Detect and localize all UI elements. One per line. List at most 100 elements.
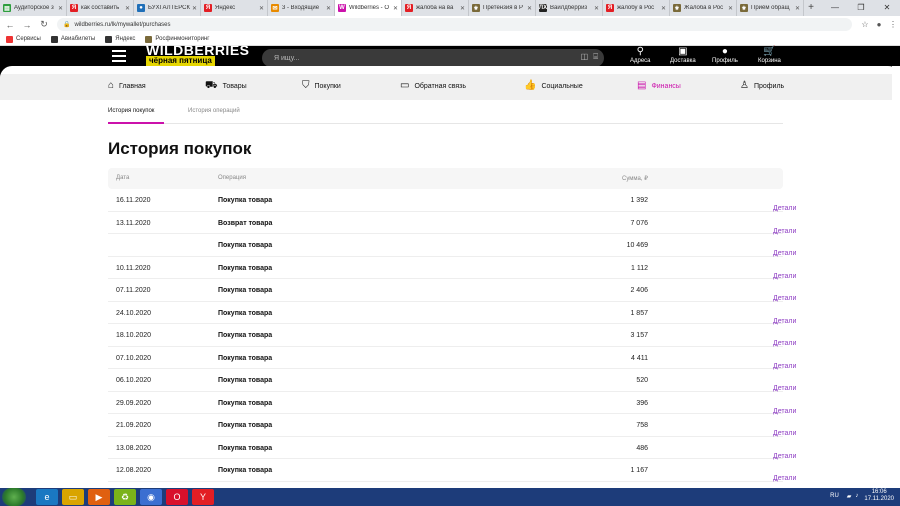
row-date: 16.11.2020	[116, 197, 151, 204]
tab-close-icon[interactable]: ✕	[594, 5, 599, 12]
nav-item-home[interactable]: ⌂ Главная	[108, 81, 146, 91]
url-field[interactable]: 🔒 wildberries.ru/lk/mywallet/purchases	[57, 18, 852, 31]
header-box-button[interactable]: ▣ Доставка	[670, 46, 696, 64]
header-map-pin-button[interactable]: ⚲ Адреса	[630, 46, 651, 64]
tab-label: Претензия в Р	[483, 5, 523, 11]
tab-close-icon[interactable]: ✕	[460, 5, 465, 12]
tab-favicon-icon: Я	[204, 4, 212, 12]
ie-icon[interactable]: e	[36, 489, 58, 505]
tab-close-icon[interactable]: ✕	[125, 5, 130, 12]
tab-purchase-history[interactable]: История покупок	[108, 108, 154, 114]
nav-label: Социальные	[541, 82, 583, 90]
row-operation: Покупка товара	[218, 444, 273, 452]
row-operation: Покупка товара	[218, 399, 273, 407]
tab-favicon-icon: Я	[606, 4, 614, 12]
table-row: 16.11.2020 Покупка товара 1 392 Детали ⌄	[108, 189, 796, 213]
tab-favicon-icon: Я	[405, 4, 413, 12]
volume-icon[interactable]: ♪	[855, 493, 858, 499]
bookmark-item[interactable]: Авиабилеты	[50, 35, 96, 43]
browser-tab-strip: ▤ Аудиторское з ✕ Якак составить ✕ ● БУХГАЛТЕР…	[0, 0, 900, 16]
photo-search-icon[interactable]: ◫	[581, 52, 589, 62]
browser-tab[interactable]: ⚜ Жалоба в Рос ✕	[670, 0, 737, 16]
browser-tab[interactable]: ⚜ Претензия в Р ✕	[469, 0, 536, 16]
explorer-icon[interactable]: ▭	[62, 489, 84, 505]
forward-icon[interactable]: →	[20, 20, 34, 30]
browser-tab[interactable]: ● БУХГАЛТЕРСК ✕	[134, 0, 201, 16]
star-icon[interactable]: ☆	[858, 20, 872, 29]
active-tab-indicator	[108, 122, 164, 124]
nav-item-like[interactable]: 👍 Социальные	[524, 81, 583, 91]
tab-close-icon[interactable]: ✕	[728, 5, 733, 12]
new-tab-button[interactable]: +	[804, 0, 818, 16]
browser-tab[interactable]: ЛХ Вайлдберриз ✕	[536, 0, 603, 16]
back-icon[interactable]: ←	[3, 20, 17, 30]
tab-close-icon[interactable]: ✕	[527, 5, 532, 12]
yandex-browser-icon[interactable]: Y	[192, 489, 214, 505]
menu-burger-icon[interactable]	[112, 50, 126, 62]
browser-tab[interactable]: ✉ 3 - Входящие ✕	[268, 0, 335, 16]
tab-close-icon[interactable]: ✕	[326, 5, 331, 12]
logo[interactable]: WILDBERRIES	[146, 43, 250, 57]
browser-tab[interactable]: ⚜ Приём обращ ✕	[737, 0, 804, 16]
header-sum[interactable]: Сумма, ₽	[622, 175, 648, 182]
browser-tab[interactable]: W Wildberries - О ✕	[335, 0, 402, 16]
user-icon: ●	[721, 46, 728, 57]
tab-close-icon[interactable]: ✕	[58, 5, 63, 12]
media-player-icon[interactable]: ▶	[88, 489, 110, 505]
account-icon[interactable]: ●	[872, 20, 886, 29]
close-window-button[interactable]: ✕	[874, 0, 900, 16]
bookmark-label: Авиабилеты	[60, 36, 96, 42]
nav-item-bag[interactable]: ⛉ Покупки	[302, 81, 341, 91]
tab-operation-history[interactable]: История операций	[188, 108, 240, 114]
recycle-icon[interactable]: ♻	[114, 489, 136, 505]
browser-tab[interactable]: Яжалоба на ва ✕	[402, 0, 469, 16]
browser-tab[interactable]: Яжалобу в Рос ✕	[603, 0, 670, 16]
nav-item-wallet[interactable]: ▤ Финансы	[637, 81, 681, 91]
start-button[interactable]	[2, 488, 26, 506]
tab-close-icon[interactable]: ✕	[192, 5, 197, 12]
row-operation: Покупка товара	[218, 264, 273, 272]
tab-close-icon[interactable]: ✕	[661, 5, 666, 12]
table-row: 07.10.2020 Покупка товара 4 411 Детали ⌄	[108, 347, 796, 371]
user-icon: ♙	[740, 80, 749, 91]
tab-close-icon[interactable]: ✕	[393, 5, 398, 12]
header-cart-button[interactable]: 🛒 Корзина	[758, 46, 781, 64]
chrome-icon[interactable]: ◉	[140, 489, 162, 505]
tab-close-icon[interactable]: ✕	[795, 5, 800, 12]
minimize-button[interactable]: —	[822, 0, 848, 16]
language-indicator[interactable]: RU	[830, 493, 839, 499]
row-date: 06.10.2020	[116, 377, 152, 384]
camera-icon[interactable]: ⌸	[593, 52, 598, 62]
nav-item-user[interactable]: ♙ Профиль	[740, 81, 784, 91]
tab-favicon-icon: ЛХ	[538, 4, 548, 12]
maximize-button[interactable]: ❐	[848, 0, 874, 16]
network-icon[interactable]: ▰	[847, 493, 852, 500]
search-placeholder: Я ищу...	[274, 54, 300, 62]
menu-dots-icon[interactable]: ⋮	[886, 20, 900, 29]
tab-label: БУХГАЛТЕРСК	[148, 5, 190, 11]
bookmark-item[interactable]: Сервисы	[6, 35, 41, 43]
cart-icon: 🛒	[763, 46, 776, 57]
bookmarks-bar: Сервисы Авиабилеты Яндекс Росфинмониторинг	[0, 33, 900, 46]
browser-tab[interactable]: Якак составить ✕	[67, 0, 134, 16]
tab-close-icon[interactable]: ✕	[259, 5, 264, 12]
clock[interactable]: 16:06 17.11.2020	[864, 489, 894, 503]
row-date: 10.11.2020	[116, 264, 151, 272]
opera-icon[interactable]: O	[166, 489, 188, 505]
browser-tab[interactable]: ▤ Аудиторское з ✕	[0, 0, 67, 16]
scrollbar[interactable]	[892, 66, 900, 488]
table-header: Дата Операция Сумма, ₽	[108, 168, 783, 189]
table-row: 13.08.2020 Покупка товара 486 Детали ⌄	[108, 437, 796, 461]
table-row: 18.10.2020 Покупка товара 3 157 Детали ⌄	[108, 324, 796, 348]
reload-icon[interactable]: ↻	[37, 19, 51, 30]
nav-item-products[interactable]: ⛟ Товары	[205, 81, 247, 91]
bookmark-item[interactable]: Яндекс	[105, 35, 135, 43]
search-input[interactable]: Я ищу... ◫ ⌸	[262, 49, 604, 67]
browser-tab[interactable]: Я Яндекс ✕	[201, 0, 268, 16]
box-icon: ▣	[678, 46, 688, 57]
nav-item-feedback[interactable]: ▭ Обратная связь	[400, 81, 466, 91]
row-operation: Покупка товара	[218, 422, 273, 429]
header-user-button[interactable]: ● Профиль	[712, 46, 738, 64]
row-operation: Покупка товара	[218, 354, 273, 362]
row-sum: 10 469	[626, 242, 648, 249]
